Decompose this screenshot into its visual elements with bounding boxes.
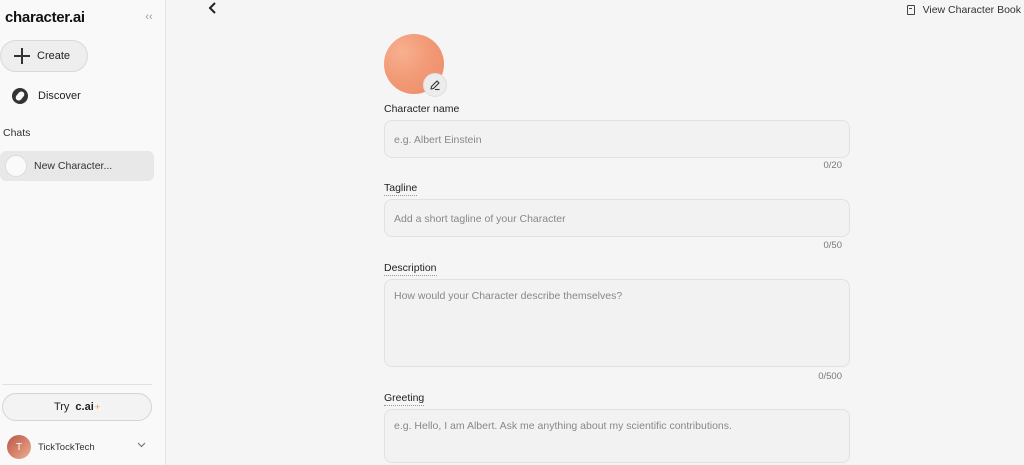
plus-icon	[12, 46, 32, 66]
brand-logo[interactable]: character.ai	[5, 9, 85, 26]
tagline-counter: 0/50	[823, 240, 843, 251]
discover-label: Discover	[38, 90, 81, 102]
collapse-icon[interactable]: ‹‹	[141, 10, 157, 24]
character-name-label: Character name	[384, 103, 460, 115]
description-input[interactable]: How would your Character describe themse…	[384, 279, 850, 367]
chat-item[interactable]: New Character...	[0, 151, 154, 181]
chat-item-label: New Character...	[34, 160, 113, 172]
chevron-down-icon	[137, 440, 146, 450]
chat-avatar	[5, 155, 27, 177]
greeting-label: Greeting	[384, 392, 425, 406]
description-label: Description	[384, 262, 437, 276]
sidebar: character.ai ‹‹ Create Discover Chats Ne…	[0, 0, 166, 465]
create-button-label: Create	[37, 50, 71, 62]
chats-heading: Chats	[3, 127, 31, 139]
compass-icon	[12, 88, 28, 104]
avatar: T	[7, 435, 31, 459]
create-button[interactable]: Create	[0, 40, 88, 72]
try-prefix: Try	[53, 401, 70, 413]
back-icon[interactable]	[208, 2, 222, 16]
sidebar-divider	[2, 384, 152, 385]
tagline-input[interactable]: Add a short tagline of your Character	[384, 199, 850, 237]
try-cai-plus-button[interactable]: Try c.ai +	[2, 393, 152, 421]
greeting-input[interactable]: e.g. Hello, I am Albert. Ask me anything…	[384, 409, 850, 463]
cai-brand: c.ai	[75, 401, 94, 413]
view-book-label: View Character Book	[922, 4, 1021, 16]
book-icon	[906, 5, 915, 15]
view-character-book-button[interactable]: View Character Book	[906, 3, 1021, 17]
discover-link[interactable]: Discover	[0, 84, 150, 108]
user-name: TickTockTech	[38, 441, 95, 453]
character-name-counter: 0/20	[823, 160, 843, 171]
character-name-input[interactable]: e.g. Albert Einstein	[384, 120, 850, 158]
description-counter: 0/500	[818, 371, 842, 382]
user-menu[interactable]: T TickTockTech	[0, 434, 160, 460]
pencil-icon[interactable]	[423, 73, 447, 97]
plus-badge: +	[94, 402, 101, 412]
tagline-label: Tagline	[384, 182, 418, 196]
